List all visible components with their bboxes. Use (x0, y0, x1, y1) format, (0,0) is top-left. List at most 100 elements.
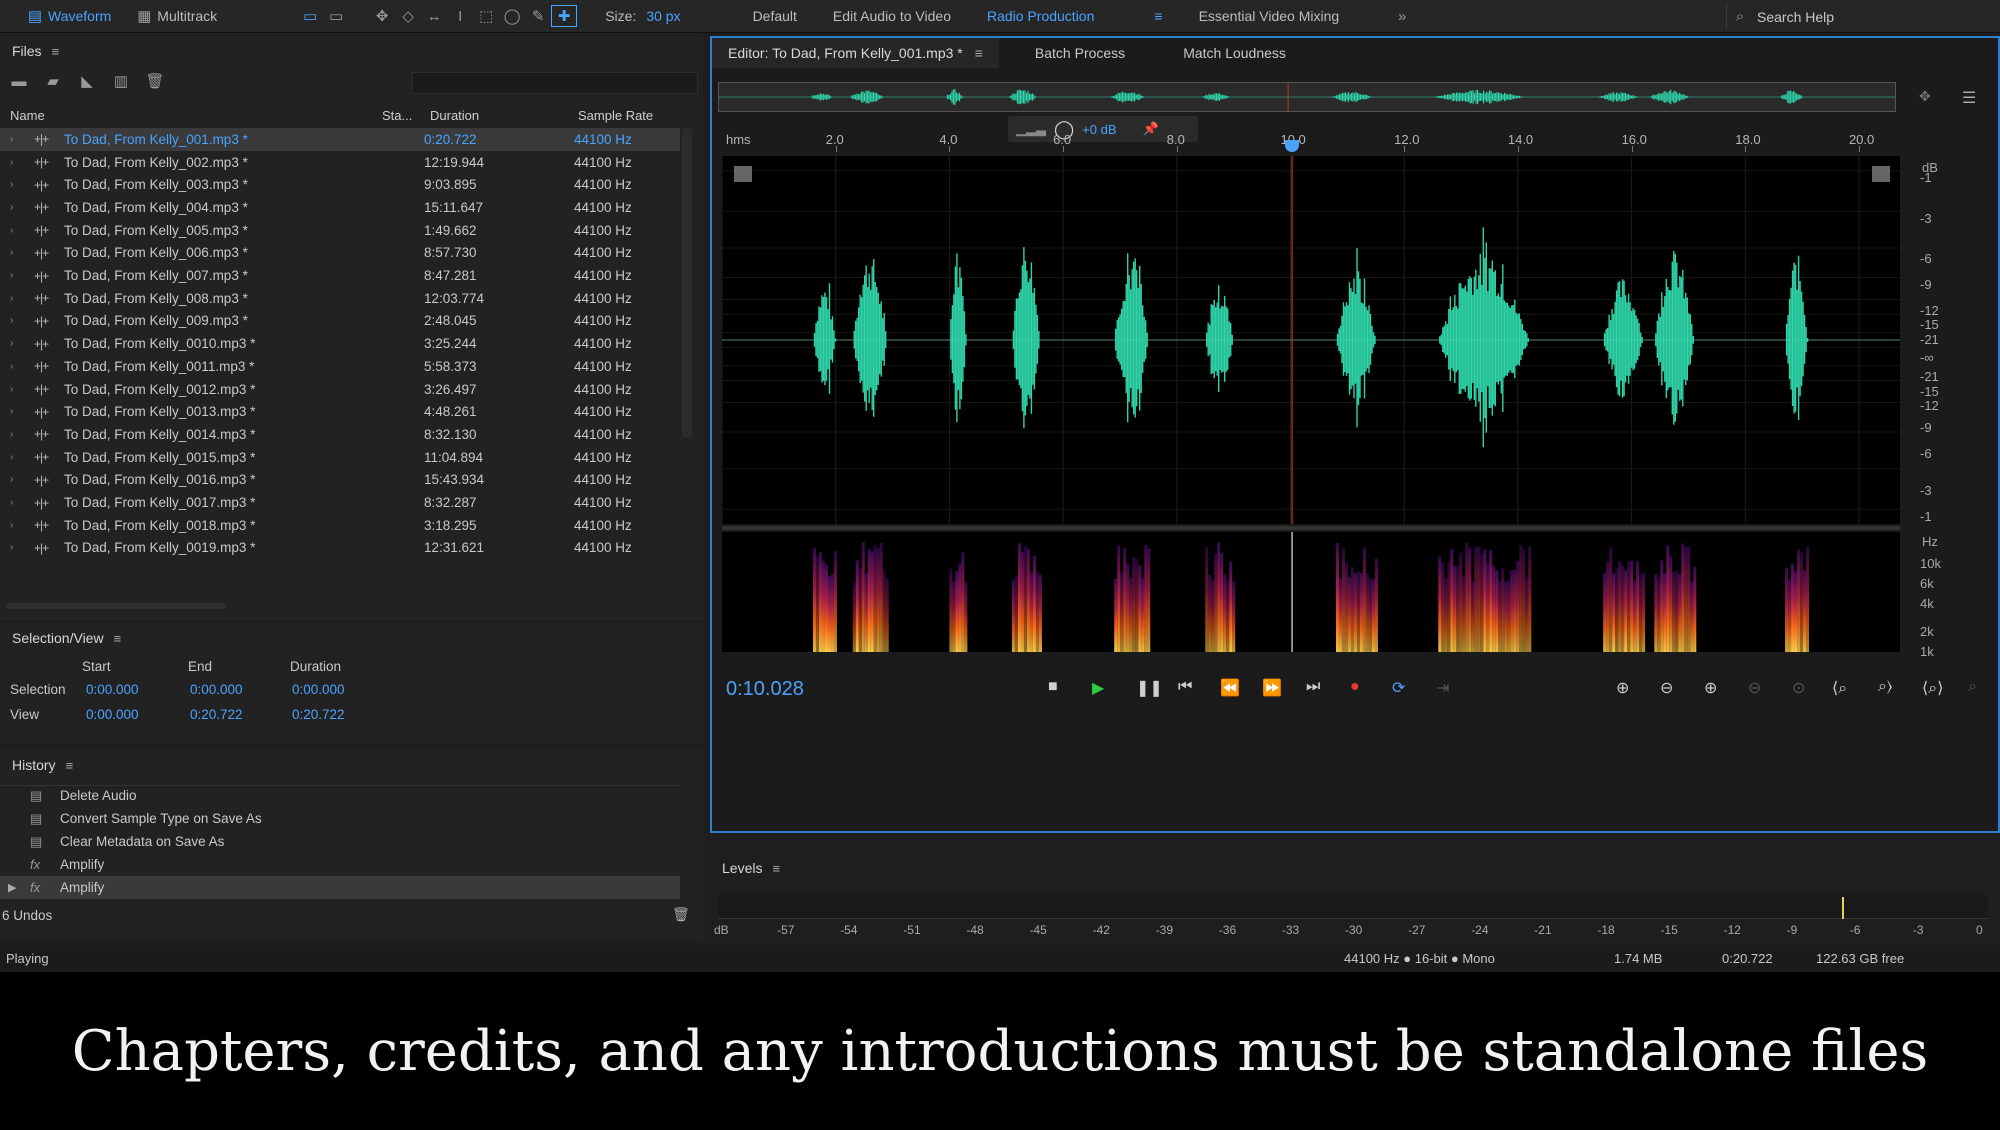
zoom-in-amplitude-icon[interactable]: ⊕ (1616, 678, 1629, 698)
import-icon[interactable]: ◣ (74, 70, 100, 92)
files-scrollbar[interactable] (682, 128, 692, 438)
workspace-1[interactable]: Edit Audio to Video (833, 8, 951, 24)
expand-arrow-icon[interactable]: › (10, 293, 24, 304)
file-row[interactable]: › +|+ To Dad, From Kelly_009.mp3 * 2:48.045… (0, 310, 680, 333)
history-item[interactable]: ▶ fx Amplify (0, 876, 680, 899)
view-end-value[interactable]: 0:20.722 (190, 707, 243, 722)
expand-arrow-icon[interactable]: › (10, 384, 24, 395)
divider-handle[interactable] (722, 526, 1900, 530)
spectral-frequency-icon[interactable]: ▭ (297, 5, 323, 27)
go-to-end-icon[interactable]: ⏭ (1306, 678, 1320, 696)
expand-arrow-icon[interactable]: › (10, 497, 24, 508)
zoom-full-icon[interactable]: ⊙ (1792, 678, 1805, 698)
stop-icon[interactable]: ■ (1048, 678, 1058, 696)
open-append-icon[interactable]: ▰ (40, 70, 66, 92)
tab-menu-icon[interactable]: ≡ (975, 45, 983, 61)
selection-end-value[interactable]: 0:00.000 (190, 682, 243, 697)
skip-selection-icon[interactable]: ⇥ (1436, 678, 1449, 698)
expand-arrow-icon[interactable]: › (10, 361, 24, 372)
file-row[interactable]: › +|+ To Dad, From Kelly_007.mp3 * 8:47.281… (0, 264, 680, 287)
trash-icon[interactable]: 🗑 (142, 70, 168, 92)
panel-menu-icon[interactable]: ≡ (66, 758, 74, 773)
history-trash-icon[interactable]: 🗑 (672, 906, 690, 923)
file-row[interactable]: › +|+ To Dad, From Kelly_001.mp3 * 0:20.722… (0, 128, 680, 151)
panel-menu-icon[interactable]: ≡ (772, 861, 780, 876)
zoom-out-amplitude-icon[interactable]: ⊖ (1660, 678, 1673, 698)
history-item[interactable]: ▤ Convert Sample Type on Save As (0, 807, 680, 830)
zoom-selection-icon[interactable]: ⟨⌕⟩ (1922, 678, 1943, 698)
workspace-3[interactable]: Essential Video Mixing (1199, 8, 1340, 24)
file-row[interactable]: › +|+ To Dad, From Kelly_0017.mp3 * 8:32.28… (0, 491, 680, 514)
slip-tool-icon[interactable]: ↔ (421, 5, 447, 27)
fade-out-handle[interactable] (1872, 166, 1890, 182)
col-duration[interactable]: Duration (430, 108, 578, 123)
expand-arrow-icon[interactable]: › (10, 315, 24, 326)
expand-arrow-icon[interactable]: › (10, 474, 24, 485)
file-row[interactable]: › +|+ To Dad, From Kelly_0015.mp3 * 11:04.8… (0, 446, 680, 469)
file-row[interactable]: › +|+ To Dad, From Kelly_0016.mp3 * 15:43.9… (0, 469, 680, 492)
move-tool-icon[interactable]: ✥ (369, 5, 395, 27)
selection-start-value[interactable]: 0:00.000 (86, 682, 139, 697)
overview-navigator[interactable] (718, 82, 1896, 112)
view-start-value[interactable]: 0:00.000 (86, 707, 139, 722)
open-file-icon[interactable]: ▬ (6, 70, 32, 92)
file-row[interactable]: › +|+ To Dad, From Kelly_006.mp3 * 8:57.730… (0, 242, 680, 265)
expand-arrow-icon[interactable]: › (10, 134, 24, 145)
zoom-out-time-icon[interactable]: ⊖ (1748, 678, 1761, 698)
panel-menu-icon[interactable]: ≡ (52, 44, 60, 59)
col-status[interactable]: Sta... (382, 108, 430, 123)
size-value[interactable]: 30 px (646, 8, 680, 24)
file-row[interactable]: › +|+ To Dad, From Kelly_0018.mp3 * 3:18.29… (0, 514, 680, 537)
lasso-tool-icon[interactable]: ◯ (499, 5, 525, 27)
file-row[interactable]: › +|+ To Dad, From Kelly_0011.mp3 * 5:58.37… (0, 355, 680, 378)
record-icon[interactable]: ● (1350, 678, 1360, 696)
fade-in-handle[interactable] (734, 166, 752, 182)
zoom-extra-icon[interactable]: ⌕ (1968, 678, 1977, 696)
search-help-input[interactable]: Search Help (1757, 9, 1834, 25)
spot-healing-icon[interactable]: ✚ (551, 5, 578, 27)
workspace-menu-icon[interactable]: ≡ (1154, 8, 1162, 24)
brush-tool-icon[interactable]: ✎ (525, 5, 551, 27)
playhead-marker-icon[interactable] (1285, 140, 1300, 152)
file-row[interactable]: › +|+ To Dad, From Kelly_0010.mp3 * 3:25.24… (0, 332, 680, 355)
file-row[interactable]: › +|+ To Dad, From Kelly_003.mp3 * 9:03.895… (0, 173, 680, 196)
expand-arrow-icon[interactable]: › (10, 179, 24, 190)
zoom-out-point-icon[interactable]: ⌕⟩ (1878, 678, 1892, 696)
waveform-view-button[interactable]: ▤ Waveform (0, 0, 121, 32)
expand-arrow-icon[interactable]: › (10, 157, 24, 168)
file-row[interactable]: › +|+ To Dad, From Kelly_002.mp3 * 12:19.94… (0, 151, 680, 174)
editor-tab-2[interactable]: Match Loudness (1167, 38, 1302, 68)
panel-menu-icon[interactable]: ≡ (114, 631, 122, 646)
col-sample-rate[interactable]: Sample Rate (578, 108, 653, 123)
zoom-in-time-icon[interactable]: ⊕ (1704, 678, 1717, 698)
history-item[interactable]: ▤ Delete Audio (0, 784, 680, 807)
loop-icon[interactable]: ⟳ (1392, 678, 1405, 698)
current-time-display[interactable]: 0:10.028 (726, 678, 804, 701)
files-horizontal-scrollbar[interactable] (6, 603, 226, 609)
file-row[interactable]: › +|+ To Dad, From Kelly_005.mp3 * 1:49.662… (0, 219, 680, 242)
workspace-2[interactable]: Radio Production (987, 8, 1094, 24)
search-help[interactable]: ⌕ Search Help (1726, 3, 2000, 30)
editor-menu-icon[interactable]: ☰ (1962, 88, 1976, 108)
file-row[interactable]: › +|+ To Dad, From Kelly_0014.mp3 * 8:32.13… (0, 423, 680, 446)
razor-tool-icon[interactable]: ◇ (395, 5, 421, 27)
expand-arrow-icon[interactable]: › (10, 542, 24, 553)
editor-tab-0[interactable]: Editor: To Dad, From Kelly_001.mp3 * ≡ (712, 38, 999, 68)
editor-tab-1[interactable]: Batch Process (1019, 38, 1141, 68)
pause-icon[interactable]: ❚❚ (1136, 678, 1163, 698)
time-ruler[interactable]: hms 2.04.06.08.010.012.014.016.018.020.0 (722, 130, 1900, 152)
file-row[interactable]: › +|+ To Dad, From Kelly_0013.mp3 * 4:48.26… (0, 400, 680, 423)
file-row[interactable]: › +|+ To Dad, From Kelly_004.mp3 * 15:11.64… (0, 196, 680, 219)
workspace-0[interactable]: Default (753, 8, 797, 24)
file-row[interactable]: › +|+ To Dad, From Kelly_0012.mp3 * 3:26.49… (0, 378, 680, 401)
expand-arrow-icon[interactable]: › (10, 429, 24, 440)
expand-arrow-icon[interactable]: › (10, 338, 24, 349)
file-row[interactable]: › +|+ To Dad, From Kelly_008.mp3 * 12:03.77… (0, 287, 680, 310)
play-icon[interactable]: ▶ (1092, 678, 1104, 698)
overview-zoom-icon[interactable]: ✥ (1919, 88, 1931, 105)
history-item[interactable]: fx Amplify (0, 853, 680, 876)
fast-forward-icon[interactable]: ⏩ (1262, 678, 1282, 698)
expand-arrow-icon[interactable]: › (10, 247, 24, 258)
time-selection-icon[interactable]: I (447, 5, 473, 27)
expand-arrow-icon[interactable]: › (10, 520, 24, 531)
